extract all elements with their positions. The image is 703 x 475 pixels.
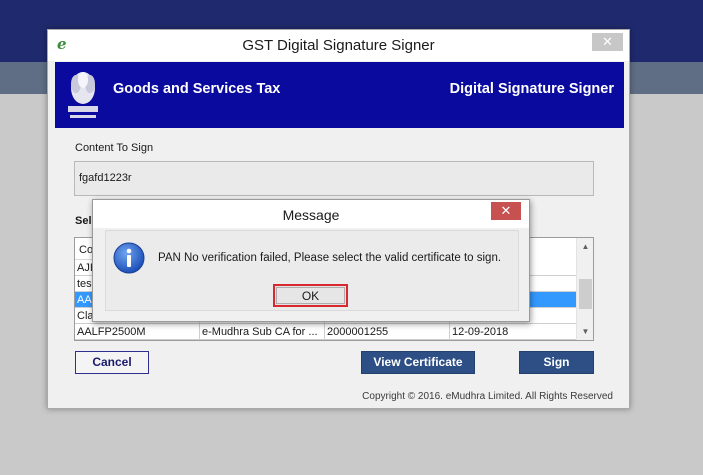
copyright-text: Copyright © 2016. eMudhra Limited. All R… — [362, 391, 613, 402]
table-cell: e-Mudhra Sub CA for ... — [200, 324, 325, 340]
ok-button[interactable]: OK — [276, 287, 345, 304]
content-field[interactable]: fgafd1223r — [74, 161, 594, 196]
dialog-close-button[interactable]: ✕ — [491, 202, 521, 220]
window-close-button[interactable]: ✕ — [592, 33, 623, 51]
ok-button-highlight[interactable]: OK — [273, 284, 348, 307]
banner-left-title: Goods and Services Tax — [113, 81, 281, 97]
window-titlebar[interactable]: e GST Digital Signature Signer ✕ — [48, 30, 629, 61]
banner-right-title: Digital Signature Signer — [449, 81, 614, 97]
gst-banner: Goods and Services Tax Digital Signature… — [55, 62, 624, 128]
content-label: Content To Sign — [75, 142, 154, 154]
table-scrollbar[interactable]: ▲ ▼ — [576, 238, 593, 340]
table-cell: 12-09-2018 — [450, 324, 577, 340]
window-title: GST Digital Signature Signer — [242, 37, 435, 54]
view-certificate-button[interactable]: View Certificate — [361, 351, 475, 374]
dialog-titlebar[interactable]: Message ✕ — [93, 200, 529, 228]
table-cell: 2000001255 — [325, 324, 450, 340]
scroll-down-arrow-icon[interactable]: ▼ — [577, 323, 593, 340]
table-cell: AALFP2500M — [75, 324, 200, 340]
scroll-up-arrow-icon[interactable]: ▲ — [577, 238, 593, 255]
sign-button[interactable]: Sign — [519, 351, 594, 374]
scroll-thumb[interactable] — [579, 279, 592, 309]
national-emblem-icon — [68, 72, 98, 118]
table-row[interactable]: AALFP2500M e-Mudhra Sub CA for ... 20000… — [75, 324, 577, 340]
dialog-title: Message — [282, 207, 340, 223]
info-icon — [113, 242, 145, 274]
cancel-button[interactable]: Cancel — [75, 351, 149, 374]
dialog-body: PAN No verification failed, Please selec… — [105, 230, 519, 311]
message-dialog: Message ✕ PAN No verification failed, Pl… — [92, 199, 530, 322]
dialog-message: PAN No verification failed, Please selec… — [158, 252, 502, 264]
